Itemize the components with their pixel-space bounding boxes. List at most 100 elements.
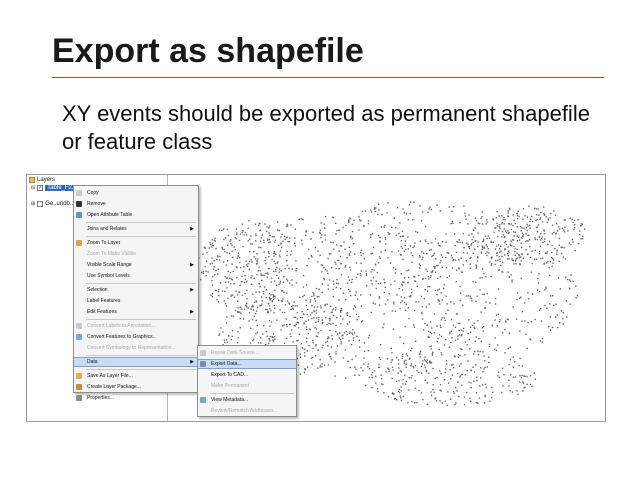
map-point	[360, 254, 363, 257]
map-point	[449, 398, 452, 400]
map-point	[475, 336, 477, 338]
menu-item-zoom-to-make-visible[interactable]: Zoom To Make Visible	[74, 249, 198, 259]
map-point	[510, 240, 512, 242]
map-point	[445, 267, 448, 269]
map-point	[539, 239, 542, 241]
menu-item-view-metadata[interactable]: View Metadata...	[198, 395, 296, 405]
map-point	[242, 270, 245, 273]
menu-item-label-features[interactable]: Label Features	[74, 296, 198, 306]
checkbox-checked-icon[interactable]: ✓	[37, 185, 44, 191]
menu-item-convert-features-to-graphics[interactable]: Convert Features to Graphics...	[74, 332, 198, 342]
menu-item-label: Visible Scale Range	[87, 262, 132, 268]
map-point	[566, 316, 568, 318]
map-point	[508, 207, 511, 210]
map-point	[324, 239, 327, 241]
map-point	[512, 366, 514, 369]
map-point	[422, 360, 424, 362]
map-point	[288, 267, 290, 269]
map-point	[347, 282, 349, 284]
map-point	[375, 375, 377, 377]
map-point	[346, 323, 349, 325]
menu-item-selection[interactable]: Selection ▶	[74, 285, 198, 295]
map-point	[426, 324, 428, 326]
map-point	[318, 295, 320, 298]
menu-item-review-rematch-addresses[interactable]: Review/Rematch Addresses...	[198, 406, 296, 416]
map-point	[348, 321, 351, 323]
map-point	[268, 227, 270, 229]
checkbox-unchecked-icon[interactable]	[37, 201, 44, 207]
map-point	[315, 344, 317, 346]
map-point	[348, 246, 351, 249]
map-point	[331, 267, 333, 269]
menu-item-create-layer-package[interactable]: Create Layer Package...	[74, 382, 198, 392]
map-point	[557, 326, 559, 329]
map-point	[358, 339, 360, 342]
map-point	[340, 341, 342, 343]
menu-separator	[210, 393, 294, 394]
map-point	[327, 336, 329, 338]
menu-item-make-permanent[interactable]: Make Permanent	[198, 381, 296, 391]
map-point	[359, 346, 361, 348]
menu-item-convert-symbology-to-representation[interactable]: Convert Symbology to Representation...	[74, 343, 198, 353]
toc-second-layer-row[interactable]: ⊞ Ge..undb...	[31, 201, 75, 207]
map-point	[421, 363, 424, 365]
map-point	[281, 246, 283, 249]
map-point	[320, 236, 322, 239]
map-point	[256, 331, 259, 334]
map-point	[549, 316, 551, 318]
map-point	[222, 331, 224, 333]
menu-item-export-to-cad[interactable]: Export To CAD...	[198, 370, 296, 380]
map-point	[420, 220, 423, 222]
map-point	[486, 254, 488, 257]
menu-item-label: Joins and Relates	[87, 226, 127, 232]
menu-item-remove[interactable]: Remove	[74, 199, 198, 209]
menu-item-convert-labels-to-annotation[interactable]: Convert Labels to Annotation...	[74, 321, 198, 331]
map-point	[412, 365, 414, 367]
menu-item-data[interactable]: Data ▶	[74, 357, 198, 367]
map-point	[348, 220, 350, 222]
menu-item-save-as-layer-file[interactable]: Save As Layer File...	[74, 371, 198, 381]
menu-item-copy[interactable]: Copy	[74, 188, 198, 198]
map-point	[293, 316, 295, 318]
map-point	[348, 219, 350, 221]
map-point	[251, 261, 253, 263]
expand-icon[interactable]: ⊞	[31, 201, 35, 207]
map-point	[277, 261, 279, 263]
toc-second-layer-label[interactable]: Ge..undb...	[45, 201, 75, 207]
map-point	[544, 238, 546, 240]
map-point	[480, 251, 483, 253]
map-point	[482, 351, 484, 353]
map-point	[253, 301, 256, 304]
menu-item-edit-features[interactable]: Edit Features ▶	[74, 307, 198, 317]
map-point	[409, 245, 411, 247]
map-point	[470, 331, 472, 333]
map-point	[466, 344, 468, 346]
menu-item-export-data[interactable]: Export Data...	[198, 359, 296, 369]
menu-item-open-attribute-table[interactable]: Open Attribute Table	[74, 210, 198, 220]
map-point	[435, 258, 437, 260]
map-point	[457, 353, 460, 356]
menu-item-joins-and-relates[interactable]: Joins and Relates ▶	[74, 224, 198, 234]
map-point	[490, 241, 492, 243]
map-point	[311, 317, 313, 320]
menu-item-repair-data-source[interactable]: Repair Data Source...	[198, 348, 296, 358]
menu-item-properties[interactable]: Properties...	[74, 393, 198, 403]
map-point	[520, 253, 523, 255]
map-point	[522, 381, 524, 383]
map-point	[420, 365, 423, 367]
map-point	[299, 373, 301, 375]
map-point	[522, 390, 524, 392]
map-point	[474, 217, 477, 219]
map-point	[525, 333, 527, 335]
toc-root[interactable]: Layers	[29, 177, 55, 183]
menu-item-zoom-to-layer[interactable]: Zoom To Layer	[74, 238, 198, 248]
menu-item-use-symbol-levels[interactable]: Use Symbol Levels	[74, 271, 198, 281]
collapse-icon[interactable]: ⊟	[31, 185, 35, 191]
map-point	[419, 356, 421, 358]
map-point	[536, 226, 538, 228]
slide-body-text: XY events should be exported as permanen…	[62, 101, 590, 154]
menu-item-visible-scale-range[interactable]: Visible Scale Range ▶	[74, 260, 198, 270]
map-point	[413, 324, 415, 326]
map-point	[429, 206, 431, 208]
map-point	[360, 305, 362, 307]
